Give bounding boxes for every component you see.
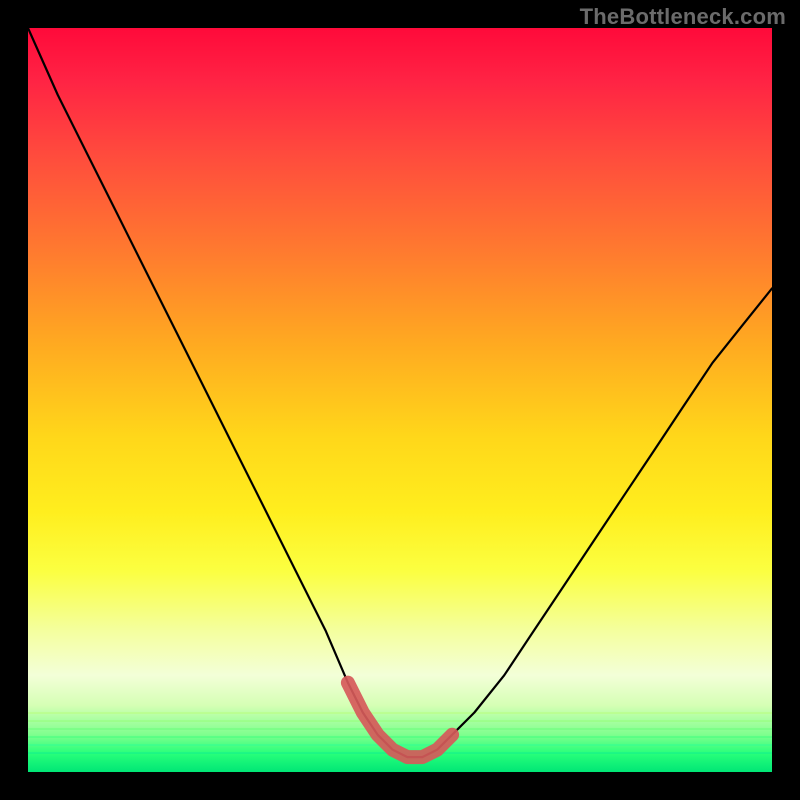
watermark-text: TheBottleneck.com bbox=[580, 4, 786, 30]
chart-svg bbox=[28, 28, 772, 772]
chart-frame: TheBottleneck.com bbox=[0, 0, 800, 800]
highlight-band bbox=[348, 683, 452, 757]
bottleneck-curve bbox=[28, 28, 772, 757]
plot-area bbox=[28, 28, 772, 772]
